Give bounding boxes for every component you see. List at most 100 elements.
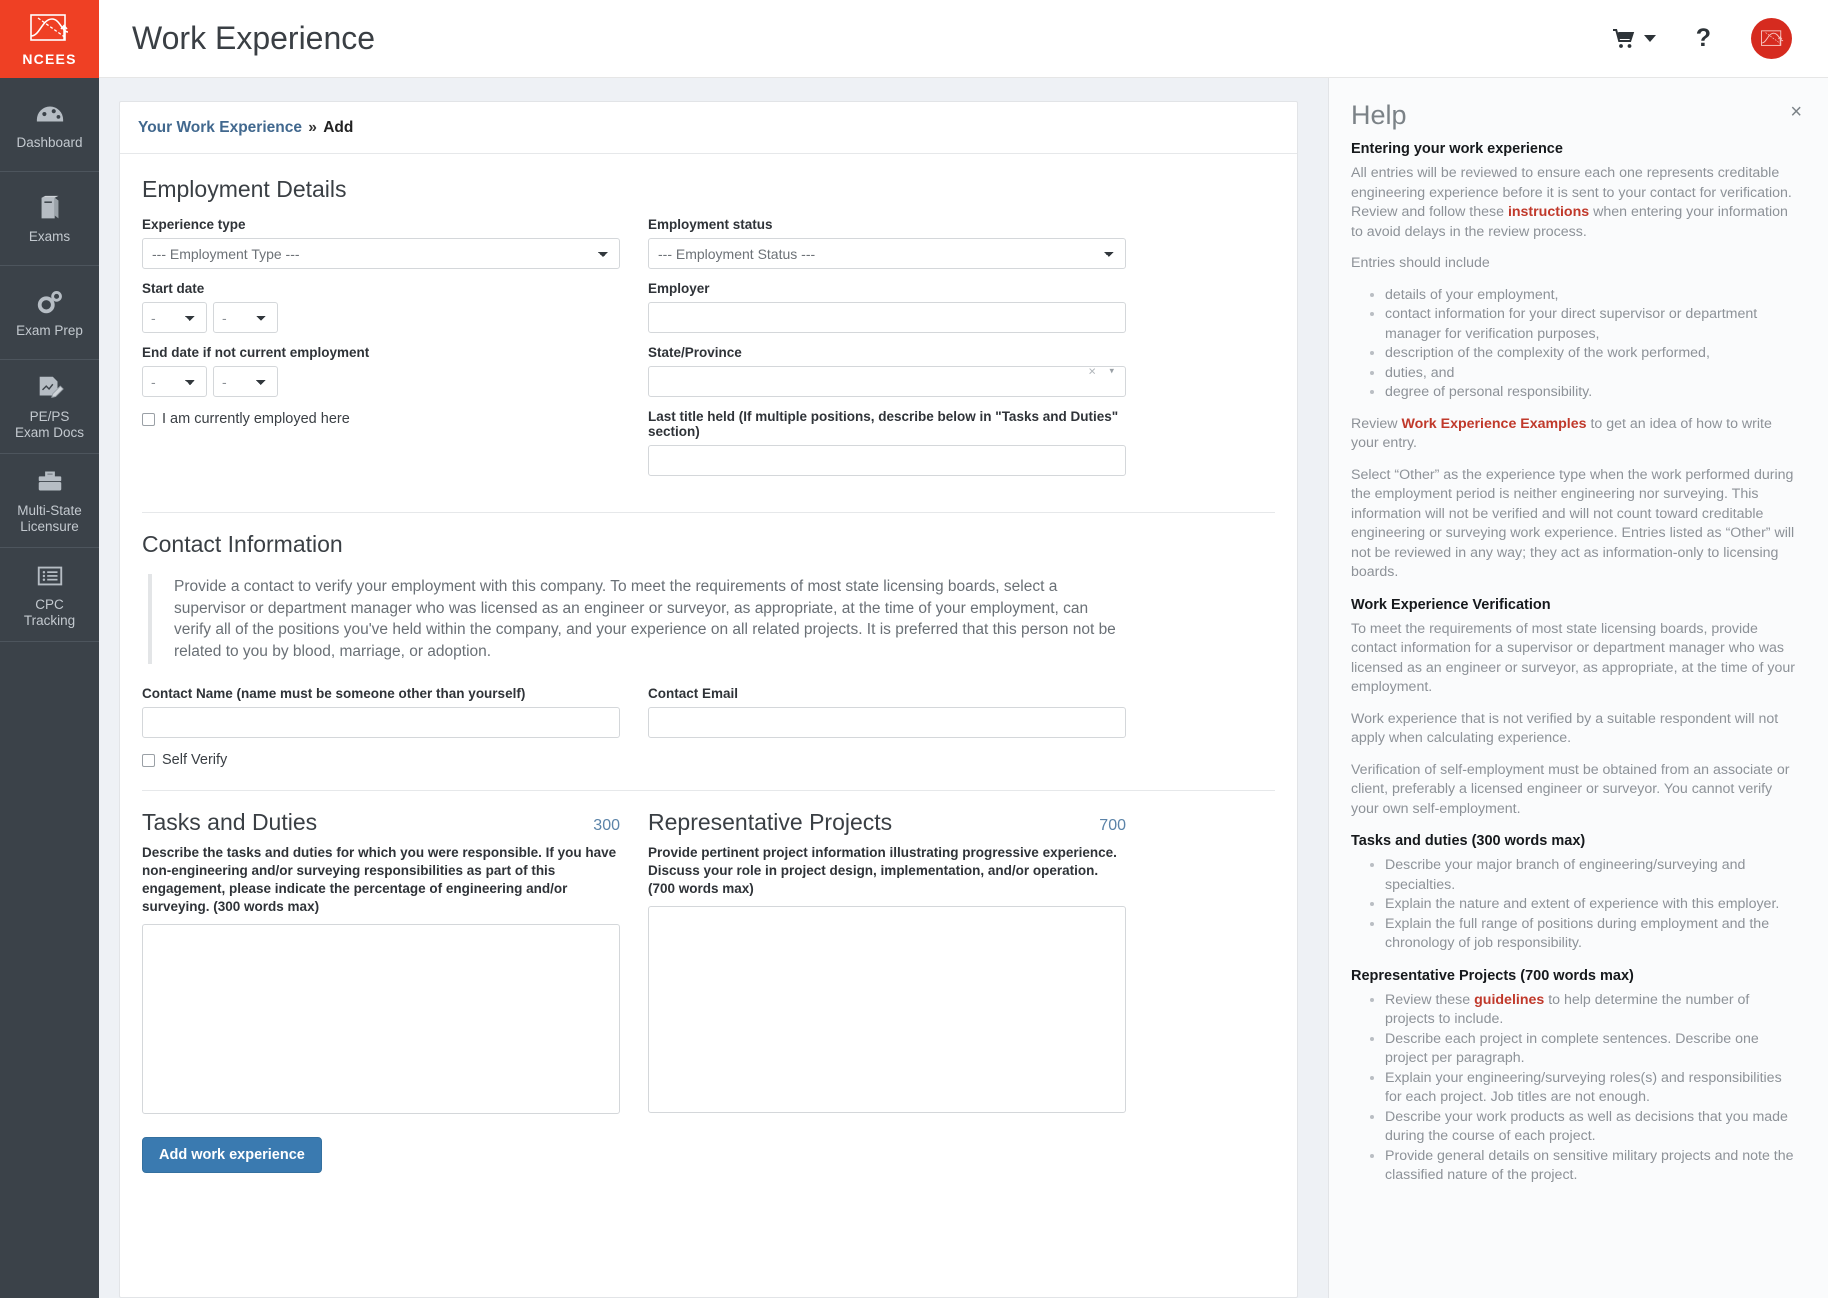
briefcase-icon	[38, 471, 61, 490]
list-item: degree of personal responsibility.	[1385, 383, 1798, 403]
help-tasks-list: Describe your major branch of engineerin…	[1351, 856, 1798, 954]
chevron-down-icon	[1643, 35, 1656, 42]
close-icon[interactable]: ×	[1790, 102, 1802, 122]
sidebar-item-label: CPC Tracking	[23, 596, 76, 628]
sidebar-item-pe-ps-exam-docs[interactable]: PE/PS Exam Docs	[0, 360, 99, 454]
sidebar-item-exams[interactable]: Exams	[0, 172, 99, 266]
help-heading-representative-projects: Representative Projects (700 words max)	[1351, 967, 1634, 984]
document-pencil-icon	[39, 376, 64, 398]
representative-projects-textarea[interactable]	[648, 906, 1126, 1113]
employment-status-label: Employment status	[648, 217, 773, 232]
last-title-input[interactable]	[648, 445, 1126, 476]
guidelines-link[interactable]: guidelines	[1474, 992, 1544, 1008]
currently-employed-checkbox[interactable]	[142, 412, 155, 426]
start-year-select[interactable]: -	[213, 302, 278, 333]
start-month-select[interactable]: -	[142, 302, 207, 333]
breadcrumb-link-your-work-experience[interactable]: Your Work Experience	[138, 119, 302, 136]
work-experience-card: Your Work Experience » Add Employment De…	[119, 101, 1298, 1298]
representative-projects-column: Representative Projects 700 Provide pert…	[648, 809, 1126, 1119]
employment-details-heading: Employment Details	[142, 176, 347, 202]
sidebar-item-label: Multi-State Licensure	[17, 502, 82, 534]
clear-icon[interactable]: ×	[1088, 364, 1096, 379]
start-date-row: - -	[142, 302, 620, 333]
shopping-cart-icon	[1612, 28, 1634, 48]
sidebar-item-label: Exam Prep	[16, 322, 83, 338]
currently-employed-row[interactable]: I am currently employed here	[142, 411, 620, 427]
contact-left-column: Contact Name (name must be someone other…	[142, 686, 620, 768]
self-verify-row[interactable]: Self Verify	[142, 752, 620, 768]
list-item: contact information for your direct supe…	[1385, 305, 1798, 344]
employer-label: Employer	[648, 281, 710, 296]
main-column: Your Work Experience » Add Employment De…	[99, 78, 1328, 1298]
employment-status-select[interactable]: --- Employment Status ---	[648, 238, 1126, 269]
sidebar-item-multi-state-licensure[interactable]: Multi-State Licensure	[0, 454, 99, 548]
self-verify-label: Self Verify	[162, 752, 228, 768]
state-province-input[interactable]	[648, 366, 1126, 397]
tasks-and-duties-textarea[interactable]	[142, 924, 620, 1114]
chevron-down-icon[interactable]: ▾	[1109, 366, 1114, 377]
breadcrumb-current: Add	[323, 119, 354, 136]
books-icon	[41, 195, 58, 218]
tasks-word-counter: 300	[593, 817, 620, 834]
employment-status-field: Employment status --- Employment Status …	[648, 217, 1126, 269]
contact-email-input[interactable]	[648, 707, 1126, 738]
help-panel: × Help Entering your work experience All…	[1328, 78, 1828, 1298]
gears-icon	[37, 290, 62, 313]
help-paragraph-6: Work experience that is not verified by …	[1351, 710, 1779, 747]
sidebar-item-label: Dashboard	[16, 134, 83, 150]
page-header: Work Experience ?	[99, 0, 1828, 78]
narrative-grid: Tasks and Duties 300 Describe the tasks …	[142, 809, 1275, 1119]
start-date-field: Start date - -	[142, 281, 620, 333]
instructions-link[interactable]: instructions	[1508, 204, 1589, 220]
tasks-hint: Describe the tasks and duties for which …	[142, 845, 617, 914]
divider	[142, 512, 1275, 513]
list-item: details of your employment,	[1385, 286, 1798, 306]
contact-name-input[interactable]	[142, 707, 620, 738]
help-paragraph-3: Review Work Experience Examples to get a…	[1351, 415, 1798, 454]
sidebar-item-exam-prep[interactable]: Exam Prep	[0, 266, 99, 360]
experience-type-select[interactable]: --- Employment Type ---	[142, 238, 620, 269]
contact-name-field: Contact Name (name must be someone other…	[142, 686, 620, 738]
contact-blurb-text: Provide a contact to verify your employm…	[174, 578, 1116, 660]
currently-employed-label: I am currently employed here	[162, 411, 350, 427]
breadcrumb: Your Work Experience » Add	[120, 102, 1297, 154]
end-date-label: End date if not current employment	[142, 345, 370, 360]
breadcrumb-separator: »	[308, 119, 317, 136]
help-entries-list: details of your employment, contact info…	[1351, 286, 1798, 403]
help-heading-tasks-and-duties: Tasks and duties (300 words max)	[1351, 833, 1586, 849]
contact-grid: Contact Name (name must be someone other…	[142, 686, 1275, 768]
list-item: Describe your work products as well as d…	[1385, 1108, 1798, 1147]
list-item: Explain the full range of positions duri…	[1385, 915, 1798, 954]
sidebar-item-cpc-tracking[interactable]: CPC Tracking	[0, 548, 99, 642]
end-date-row: - -	[142, 366, 620, 397]
contact-information-heading: Contact Information	[142, 531, 343, 557]
list-item: Describe each project in complete senten…	[1385, 1030, 1798, 1069]
brand-logo[interactable]: NCEES	[0, 0, 99, 78]
sidebar-item-dashboard[interactable]: Dashboard	[0, 78, 99, 172]
help-toggle-button[interactable]: ?	[1696, 26, 1711, 51]
cart-button[interactable]	[1612, 28, 1656, 50]
tasks-header: Tasks and Duties 300	[142, 809, 620, 836]
last-title-field: Last title held (If multiple positions, …	[648, 409, 1126, 476]
sidebar: NCEES Dashboard Exams Exam Prep PE/PS Ex…	[0, 0, 99, 1298]
card-body: Employment Details Experience type --- E…	[120, 154, 1297, 1193]
projects-header: Representative Projects 700	[648, 809, 1126, 836]
list-item: Provide general details on sensitive mil…	[1385, 1147, 1798, 1186]
add-work-experience-button[interactable]: Add work experience	[142, 1137, 322, 1173]
list-item: Review these guidelines to help determin…	[1385, 991, 1798, 1030]
start-date-label: Start date	[142, 281, 205, 296]
contact-right-column: Contact Email	[648, 686, 1126, 768]
help-paragraph-4: Select “Other” as the experience type wh…	[1351, 466, 1795, 581]
work-experience-examples-link[interactable]: Work Experience Examples	[1401, 416, 1586, 432]
employer-input[interactable]	[648, 302, 1126, 333]
employment-left-column: Experience type --- Employment Type --- …	[142, 217, 620, 488]
help-paragraph-1: All entries will be reviewed to ensure e…	[1351, 164, 1798, 242]
self-verify-checkbox[interactable]	[142, 753, 155, 767]
end-month-select[interactable]: -	[142, 366, 207, 397]
avatar[interactable]	[1751, 18, 1792, 59]
end-year-select[interactable]: -	[213, 366, 278, 397]
help-p3-part-a: Review	[1351, 415, 1402, 432]
help-panel-title: Help	[1351, 100, 1407, 130]
sidebar-item-label: Exams	[28, 228, 71, 244]
state-province-field: State/Province × ▾	[648, 345, 1126, 397]
